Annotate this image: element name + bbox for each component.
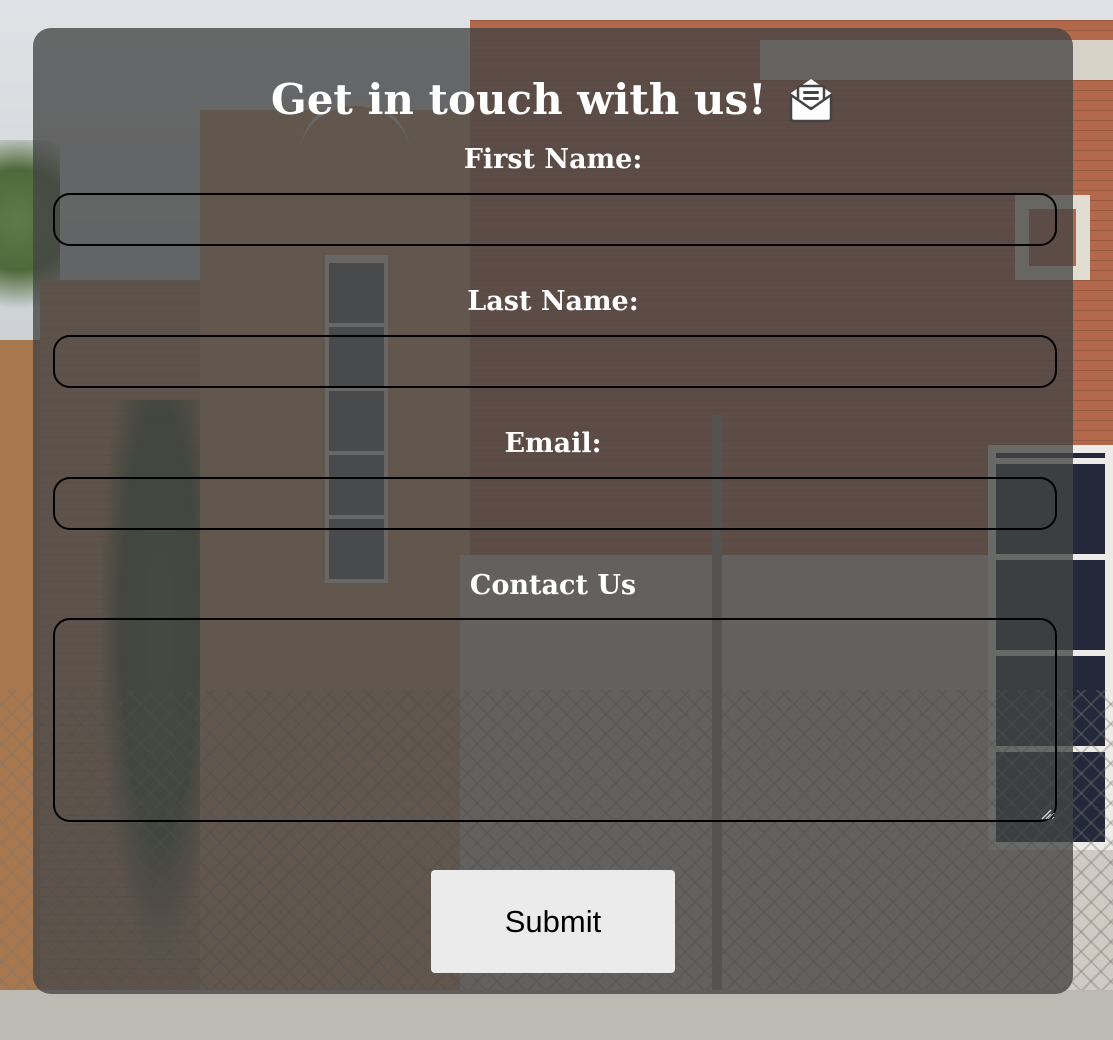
email-input[interactable]: [53, 477, 1057, 530]
last-name-input[interactable]: [53, 335, 1057, 388]
contact-us-label: Contact Us: [469, 570, 637, 601]
envelope-open-text-icon: [787, 76, 835, 124]
first-name-input[interactable]: [53, 193, 1057, 246]
form-title: Get in touch with us!: [33, 76, 1073, 124]
form-title-text: Get in touch with us!: [270, 75, 767, 124]
first-name-label: First Name:: [463, 144, 643, 175]
resize-handle-icon[interactable]: [1040, 805, 1052, 820]
sidewalk: [0, 990, 1113, 1040]
contact-form: Get in touch with us! First Name: Last N…: [33, 28, 1073, 994]
last-name-label: Last Name:: [467, 286, 639, 317]
email-label: Email:: [504, 428, 602, 459]
message-textarea[interactable]: [53, 618, 1057, 822]
submit-button[interactable]: Submit: [431, 870, 675, 973]
